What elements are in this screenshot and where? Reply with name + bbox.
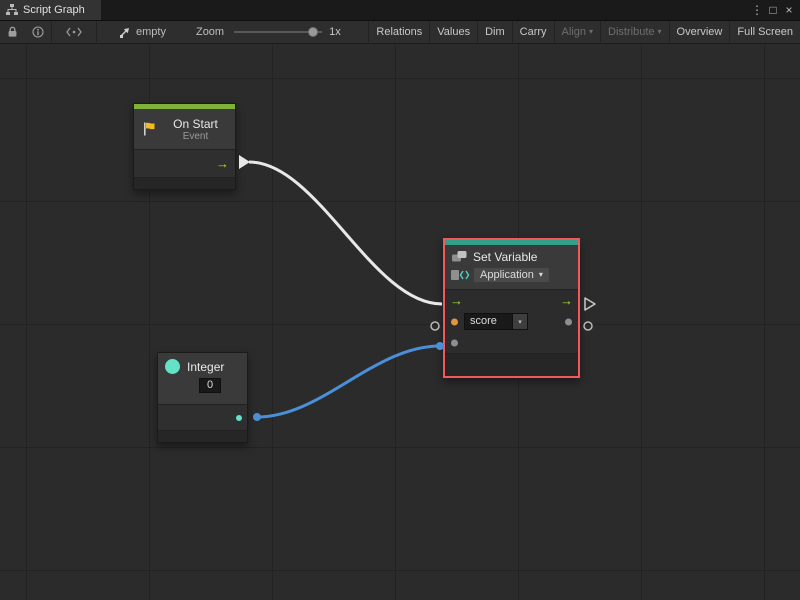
zoom-label: Zoom (196, 26, 224, 38)
flow-wire-start-triangle[interactable] (239, 155, 250, 169)
value-wire-start-dot[interactable] (253, 413, 261, 421)
node-title: Set Variable (473, 250, 572, 264)
flow-output-port[interactable]: → (560, 293, 573, 306)
variable-name-dropdown[interactable]: score ▾ (464, 313, 528, 330)
integer-value-input[interactable]: 0 (199, 378, 221, 393)
wire-value-integer-to-setvariable[interactable] (257, 346, 440, 417)
flow-output-outer-triangle[interactable] (585, 298, 595, 310)
graph-canvas[interactable]: On Start Event → Integer 0 (0, 44, 800, 600)
node-footer (134, 177, 235, 189)
zoom-value: 1x (329, 26, 341, 38)
on-start-flow-row: → (134, 149, 235, 177)
chevron-down-icon: ▾ (589, 28, 593, 36)
distribute-button: Distribute ▾ (600, 21, 668, 43)
carry-button[interactable]: Carry (512, 21, 554, 43)
variables-icon (451, 250, 473, 264)
set-variable-flow-row: → → (445, 289, 578, 311)
zoom-control: Zoom 1x (196, 26, 341, 38)
wire-flow-onstart-to-setvariable[interactable] (249, 162, 442, 304)
node-integer[interactable]: Integer 0 (157, 352, 248, 443)
chevron-down-icon[interactable]: ▾ (513, 313, 528, 330)
tab-label: Script Graph (23, 4, 85, 16)
set-variable-header[interactable]: Set Variable Application ▾ (445, 245, 578, 289)
warnings-indicator[interactable]: empty (119, 26, 166, 38)
result-output-port[interactable] (565, 319, 572, 326)
dim-button[interactable]: Dim (477, 21, 512, 43)
graph-inspector-icon[interactable] (52, 21, 96, 43)
flag-icon (141, 121, 157, 137)
chevron-down-icon: ▾ (539, 271, 543, 279)
warnings-label: empty (136, 26, 166, 38)
result-output-outer-port[interactable] (584, 322, 592, 330)
node-set-variable[interactable]: Set Variable Application ▾ → → (443, 238, 580, 378)
node-footer (445, 353, 578, 376)
flow-input-port[interactable]: → (450, 293, 463, 306)
integer-header[interactable]: Integer 0 (158, 353, 247, 404)
script-graph-window: Script Graph ⋮ □ × (0, 0, 800, 600)
overview-button[interactable]: Overview (669, 21, 730, 43)
integer-type-icon (165, 359, 180, 374)
graph-icon (6, 4, 18, 16)
zoom-slider[interactable] (234, 31, 322, 33)
zoom-slider-handle[interactable] (308, 27, 318, 37)
integer-output-port[interactable] (236, 415, 242, 421)
value-input-port[interactable] (451, 340, 458, 347)
fullscreen-button[interactable]: Full Screen (729, 21, 800, 43)
toolbar-separator (96, 21, 97, 43)
integer-port-row (158, 404, 247, 430)
set-variable-name-row: score ▾ (445, 311, 578, 333)
window-controls: ⋮ □ × (749, 0, 800, 20)
align-button: Align ▾ (554, 21, 600, 43)
info-icon[interactable] (25, 21, 51, 43)
node-footer (158, 430, 247, 442)
graph-toolbar: empty Zoom 1x Relations Values Dim Carry (0, 21, 800, 44)
variable-scope-dropdown[interactable]: Application ▾ (473, 267, 550, 283)
node-subtitle: Event (183, 131, 209, 142)
pointer-icon (119, 26, 131, 38)
node-on-start[interactable]: On Start Event → (133, 103, 236, 190)
lock-icon[interactable] (0, 21, 25, 43)
relations-button[interactable]: Relations (368, 21, 429, 43)
wire-layer (0, 44, 800, 600)
on-start-header[interactable]: On Start Event (134, 109, 235, 149)
tab-script-graph[interactable]: Script Graph (0, 0, 101, 20)
set-variable-value-row (445, 333, 578, 353)
variable-name-input-port[interactable] (451, 319, 458, 326)
title-bar: Script Graph ⋮ □ × (0, 0, 800, 21)
window-maximize-button[interactable]: □ (765, 3, 781, 17)
node-title: Integer (187, 360, 224, 374)
variable-name-value: score (464, 313, 513, 330)
window-close-button[interactable]: × (781, 3, 797, 17)
node-title: On Start (173, 117, 218, 131)
chevron-down-icon: ▾ (658, 28, 662, 36)
variable-kind-icon (451, 269, 473, 281)
name-input-outer-port[interactable] (431, 322, 439, 330)
values-button[interactable]: Values (429, 21, 477, 43)
window-menu-button[interactable]: ⋮ (749, 3, 765, 17)
toolbar-buttons: Relations Values Dim Carry Align ▾ Distr… (368, 21, 800, 43)
flow-output-port[interactable]: → (216, 156, 229, 169)
